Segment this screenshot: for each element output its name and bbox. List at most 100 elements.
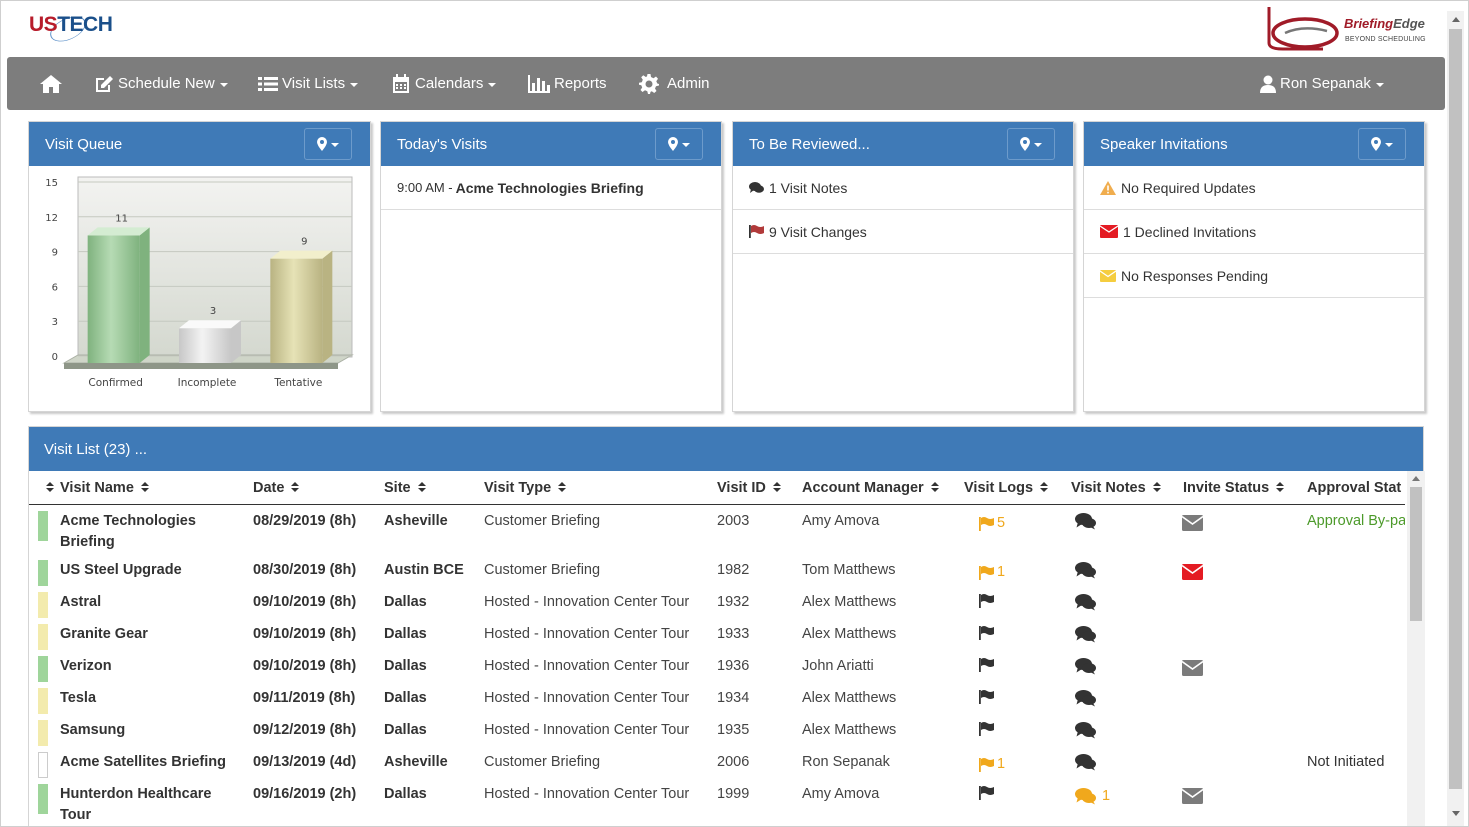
visit-queue-chart[interactable]: 0 3 6 9 12 15 11 Confirmed 3 Incomplete 9 Tentative	[42, 174, 367, 402]
table-scrollbar[interactable]	[1407, 471, 1425, 826]
table-scroll-thumb[interactable]	[1410, 487, 1422, 621]
visit-name-link[interactable]: Verizon	[60, 656, 112, 677]
review-visit-notes[interactable]: 1 Visit Notes	[733, 166, 1073, 210]
visit-name-link[interactable]: Acme Satellites Briefing	[60, 752, 226, 773]
visit-queue-pin-button[interactable]	[304, 128, 352, 160]
visit-list-title[interactable]: Visit List (23) ...	[44, 441, 147, 458]
bar-top	[179, 320, 241, 329]
bar-top	[87, 227, 150, 236]
visit-name-link[interactable]: US Steel Upgrade	[60, 560, 182, 581]
visit-id: 1936	[717, 658, 750, 674]
visit-notes-cell[interactable]	[1075, 722, 1096, 739]
to-be-reviewed-title: To Be Reviewed...	[749, 135, 870, 153]
flag-icon	[979, 658, 994, 672]
review-visit-changes[interactable]: 9 Visit Changes	[733, 210, 1073, 254]
visit-name-link[interactable]: Granite Gear	[60, 624, 148, 645]
table-row[interactable]: Granite Gear 09/10/2019 (8h) Dallas Hosted …	[29, 622, 1405, 654]
column-header-visit-type[interactable]: Visit Type	[484, 471, 567, 504]
visit-logs-cell[interactable]	[979, 722, 995, 736]
table-row[interactable]: Astral 09/10/2019 (8h) Dallas Hosted - Inno…	[29, 590, 1405, 622]
page-scroll-up-arrow[interactable]	[1452, 17, 1460, 22]
visit-notes-cell[interactable]	[1075, 562, 1096, 579]
column-header-visit-logs[interactable]: Visit Logs	[964, 471, 1049, 504]
row-sort-handle[interactable]	[39, 471, 54, 504]
sort-icon	[1152, 482, 1161, 493]
todays-visits-pin-button[interactable]	[655, 128, 703, 160]
visit-site: Dallas	[384, 626, 427, 642]
column-header-visit-name[interactable]: Visit Name	[60, 471, 149, 504]
table-row[interactable]: Verizon 09/10/2019 (8h) Dallas Hosted - Inn…	[29, 654, 1405, 686]
visit-logs-cell[interactable]: 1	[979, 562, 1005, 583]
column-header-account-manager[interactable]: Account Manager	[802, 471, 939, 504]
visit-name-link[interactable]: Hunterdon Healthcare	[60, 784, 211, 805]
bar-front	[179, 328, 231, 363]
visit-name-link[interactable]: Tour	[60, 805, 91, 826]
column-header-invite-status[interactable]: Invite Status	[1183, 471, 1285, 504]
table-row[interactable]: Tesla 09/11/2019 (8h) Dallas Hosted - Innov…	[29, 686, 1405, 718]
visit-type: Customer Briefing	[484, 754, 601, 770]
visit-type: Hosted - Innovation Center Tour	[484, 626, 690, 642]
todays-visit-item[interactable]: 9:00 AM - Acme Technologies Briefing	[381, 166, 721, 210]
visit-name-link[interactable]: Acme Technologies	[60, 511, 196, 532]
nav-home[interactable]	[39, 57, 67, 110]
column-header-label: Approval Stat	[1307, 479, 1402, 496]
column-header-visit-id[interactable]: Visit ID	[717, 471, 781, 504]
table-row[interactable]: US Steel Upgrade 08/30/2019 (8h) Austin BC…	[29, 558, 1405, 590]
visit-name-link[interactable]: Tesla	[60, 688, 96, 709]
invite-status-cell[interactable]	[1181, 660, 1204, 683]
visit-notes-cell[interactable]	[1075, 594, 1096, 611]
visit-notes-cell[interactable]: 1	[1075, 786, 1110, 807]
invite-status-cell[interactable]	[1181, 515, 1204, 538]
invite-status-cell[interactable]	[1181, 564, 1204, 587]
comments-icon	[1075, 788, 1096, 805]
column-header-site[interactable]: Site	[384, 471, 426, 504]
table-row[interactable]: Samsung 09/12/2019 (8h) Dallas Hosted - Inn…	[29, 718, 1405, 750]
page-scroll-down-arrow[interactable]	[1452, 811, 1460, 816]
visit-name-link[interactable]: Astral	[60, 592, 101, 613]
table-row[interactable]: Acme Technologies Briefing 08/29/2019 (8h)…	[29, 509, 1405, 558]
map-marker-icon	[1020, 137, 1030, 151]
invites-declined[interactable]: 1 Declined Invitations	[1084, 210, 1424, 254]
speaker-invitations-pin-button[interactable]	[1358, 128, 1406, 160]
review-visit-changes-label: 9 Visit Changes	[769, 223, 867, 240]
visit-logs-cell[interactable]	[979, 786, 995, 800]
account-manager: Alex Matthews	[802, 626, 897, 642]
visit-logs-cell[interactable]	[979, 594, 995, 608]
page-scroll-thumb[interactable]	[1449, 29, 1462, 789]
table-row[interactable]: Acme Satellites Briefing 09/13/2019 (4d) A…	[29, 750, 1405, 782]
visit-notes-cell[interactable]	[1075, 626, 1096, 643]
visit-logs-cell[interactable]	[979, 626, 995, 640]
visit-notes-cell[interactable]	[1075, 513, 1096, 530]
visit-notes-cell[interactable]	[1075, 690, 1096, 707]
ustech-logo[interactable]: USTECH	[29, 13, 113, 37]
visit-date: 09/10/2019 (8h)	[253, 658, 357, 674]
visit-logs-cell[interactable]	[979, 690, 995, 704]
scroll-up-arrow[interactable]	[1412, 476, 1420, 481]
column-header-approval-stat[interactable]: Approval Stat	[1307, 471, 1401, 504]
visit-notes-cell[interactable]	[1075, 754, 1096, 771]
nav-visit-lists[interactable]: Visit Lists	[258, 57, 359, 110]
nav-calendars[interactable]: Calendars	[391, 57, 497, 110]
nav-schedule-new[interactable]: Schedule New	[94, 57, 228, 110]
page-scrollbar[interactable]	[1447, 11, 1464, 826]
visit-logs-cell[interactable]	[979, 658, 995, 672]
visit-name: Acme Technologies Briefing	[455, 179, 644, 196]
nav-admin[interactable]: Admin	[639, 57, 710, 110]
to-be-reviewed-pin-button[interactable]	[1007, 128, 1055, 160]
column-header-visit-notes[interactable]: Visit Notes	[1071, 471, 1161, 504]
nav-reports[interactable]: Reports	[528, 57, 607, 110]
column-header-date[interactable]: Date	[253, 471, 300, 504]
invites-pending[interactable]: No Responses Pending	[1084, 254, 1424, 298]
visit-name-link[interactable]: Briefing	[60, 532, 115, 553]
invites-required-updates[interactable]: No Required Updates	[1084, 166, 1424, 210]
visit-logs-cell[interactable]: 1	[979, 754, 1005, 775]
nav-user-menu[interactable]: Ron Sepanak	[1260, 57, 1384, 110]
chart-floor-edge	[64, 363, 338, 369]
table-row[interactable]: Hunterdon Healthcare Tour 09/16/2019 (2h) D…	[29, 782, 1405, 826]
visit-logs-cell[interactable]: 5	[979, 513, 1005, 534]
visit-id: 2006	[717, 754, 750, 770]
visit-name-link[interactable]: Samsung	[60, 720, 125, 741]
invite-status-cell[interactable]	[1181, 788, 1204, 811]
visit-date: 09/10/2019 (8h)	[253, 626, 357, 642]
visit-notes-cell[interactable]	[1075, 658, 1096, 675]
